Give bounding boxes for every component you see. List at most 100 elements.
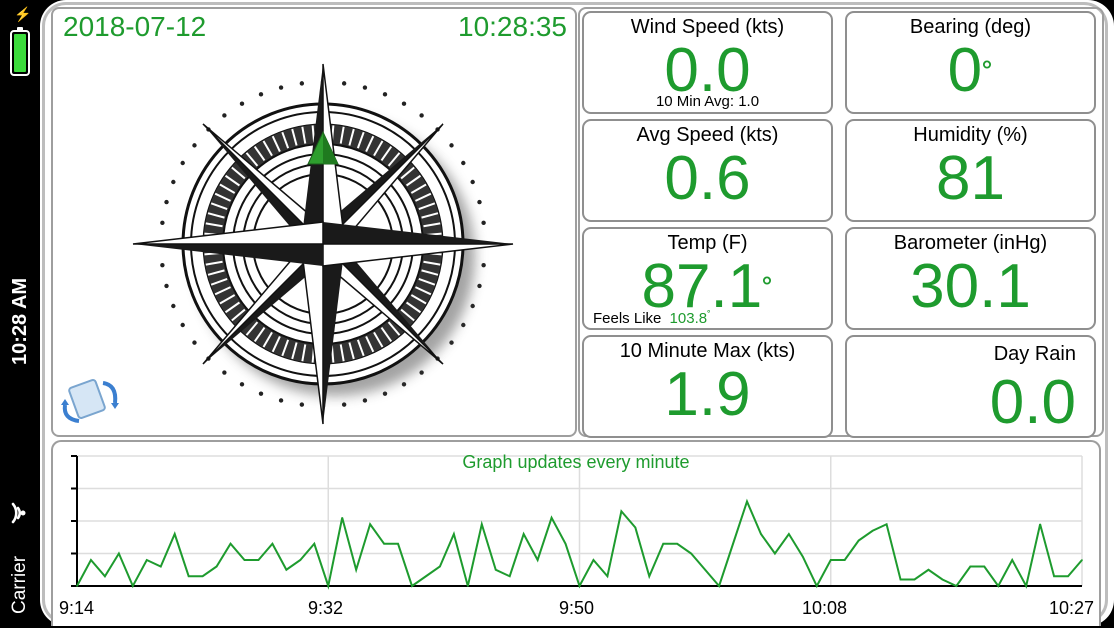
data-point <box>648 575 651 578</box>
data-point <box>159 565 162 568</box>
data-point <box>411 585 413 587</box>
data-point <box>927 568 930 571</box>
chart-title: Graph updates every minute <box>462 452 690 472</box>
data-point <box>90 559 92 561</box>
data-point <box>676 542 679 545</box>
data-point <box>843 559 846 561</box>
data-point <box>815 585 818 587</box>
day-rain-tile: Day Rain 0.0 <box>845 335 1096 438</box>
feels-like-label: Feels Like <box>593 310 662 327</box>
humidity-value: 81 <box>936 144 1005 213</box>
data-point <box>1011 559 1014 561</box>
date-display: 2018-07-12 <box>63 11 207 42</box>
day-rain-value: 0.0 <box>989 368 1076 437</box>
battery-level-fill <box>14 34 26 72</box>
data-point <box>285 568 288 571</box>
x-tick-label: 10:08 <box>802 598 848 618</box>
data-point <box>118 552 120 555</box>
data-point <box>341 516 344 519</box>
wifi-icon <box>11 502 26 524</box>
battery-icon <box>10 27 30 76</box>
feels-like-value: 103.8 <box>669 310 708 327</box>
temp-tile: Temp (F) 87.1˚ Feels Like 103.8˚ <box>582 227 833 330</box>
barometer-value: 30.1 <box>910 252 1031 321</box>
data-point <box>173 533 176 535</box>
x-tick-label: 9:14 <box>59 598 95 618</box>
data-point <box>941 578 944 581</box>
data-point <box>397 542 399 545</box>
data-point <box>704 568 706 571</box>
data-point <box>899 578 902 581</box>
data-point <box>829 559 832 561</box>
data-point <box>969 565 972 568</box>
data-point <box>480 523 483 526</box>
compass-panel: 2018-07-12 10:28:35 <box>51 7 577 437</box>
status-time: 10:28 AM <box>9 277 31 365</box>
data-point <box>718 585 720 587</box>
data-point <box>690 552 692 555</box>
data-point <box>299 559 302 561</box>
x-tick-label: 9:32 <box>308 598 344 618</box>
data-point <box>187 575 190 578</box>
clock-display: 10:28:35 <box>458 11 567 42</box>
data-point <box>550 516 553 519</box>
carrier-label: Carrier <box>9 555 30 614</box>
data-point <box>132 585 134 587</box>
data-point <box>522 533 525 535</box>
data-point <box>1053 575 1055 578</box>
data-point <box>913 578 916 581</box>
data-point <box>229 542 232 545</box>
ten-minute-max-tile: 10 Minute Max (kts) 1.9 <box>582 335 833 438</box>
data-point <box>494 568 497 571</box>
avg-speed-tile: Avg Speed (kts) 0.6 <box>582 119 833 222</box>
data-point <box>453 533 455 535</box>
data-point <box>592 559 595 561</box>
degree-symbol: ˚ <box>982 58 994 96</box>
data-point <box>1067 575 1069 578</box>
data-point <box>313 542 316 545</box>
status-bar: ⚡ 10:28 AM Carrier <box>0 0 40 626</box>
data-point <box>760 533 762 535</box>
barometer-tile: Barometer (inHg) 30.1 <box>845 227 1096 330</box>
data-point <box>243 559 246 561</box>
data-point <box>662 542 665 545</box>
data-point <box>564 542 567 545</box>
charging-bolt-icon: ⚡ <box>14 6 32 22</box>
data-point <box>145 559 148 561</box>
data-point <box>578 585 581 587</box>
data-point <box>215 565 218 568</box>
bearing-value: 0 <box>947 36 983 105</box>
data-point <box>983 565 986 568</box>
data-point <box>369 523 371 526</box>
data-point <box>997 585 1000 587</box>
x-tick-label: 9:50 <box>559 598 595 618</box>
rotate-device-icon[interactable] <box>59 375 121 427</box>
avg-speed-value: 0.6 <box>664 144 751 213</box>
wind-speed-tile: Wind Speed (kts) 0.0 10 Min Avg: 1.0 <box>582 11 833 114</box>
data-point <box>201 575 204 578</box>
compass-rose-icon <box>132 63 514 425</box>
data-point <box>355 568 357 571</box>
data-point <box>508 575 511 578</box>
data-point <box>606 575 609 578</box>
data-point <box>467 585 469 587</box>
ten-minute-max-value: 1.9 <box>664 360 751 429</box>
x-tick-label: 10:27 <box>1049 598 1095 618</box>
data-point <box>1039 523 1041 526</box>
data-point <box>871 529 874 532</box>
bearing-value-wrap: 0˚ <box>847 31 1094 111</box>
data-point <box>383 542 385 545</box>
data-point <box>885 523 888 526</box>
data-point <box>788 533 790 535</box>
data-point <box>1025 585 1027 587</box>
data-point <box>732 542 734 545</box>
data-point <box>425 575 427 578</box>
data-point <box>634 526 637 529</box>
data-point <box>104 575 106 578</box>
bearing-tile: Bearing (deg) 0˚ <box>845 11 1096 114</box>
data-point <box>327 585 330 587</box>
data-point <box>774 552 776 555</box>
wind-speed-10min-avg: 10 Min Avg: 1.0 <box>655 93 760 110</box>
data-point <box>746 500 748 503</box>
humidity-tile: Humidity (%) 81 <box>845 119 1096 222</box>
